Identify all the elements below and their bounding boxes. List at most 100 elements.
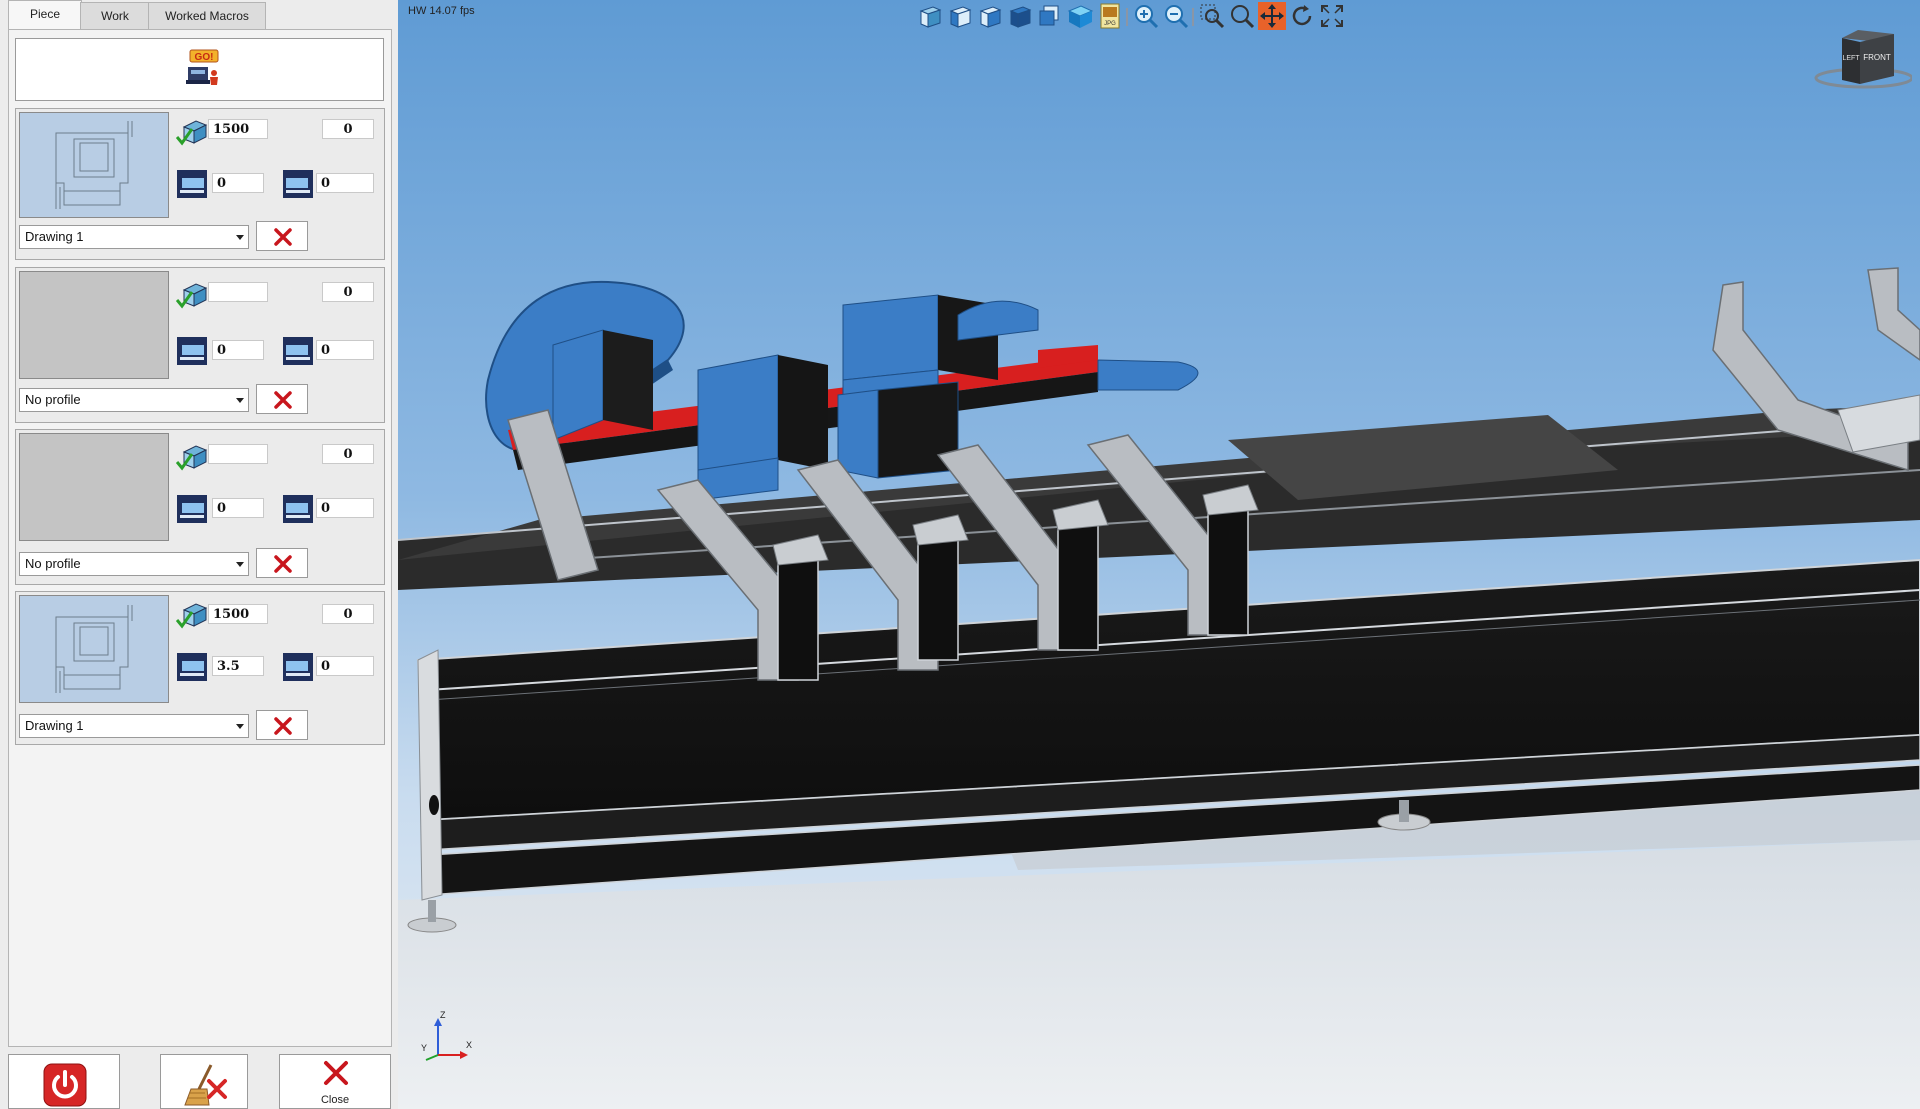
navigation-cube[interactable]: FRONT LEFT — [1808, 28, 1914, 90]
power-button[interactable] — [8, 1054, 120, 1109]
tab-piece[interactable]: Piece — [8, 0, 82, 31]
profile-select[interactable]: Drawing 1 — [19, 225, 249, 249]
left-cut-icon — [177, 495, 207, 523]
piece-row-1: 1500 0 0 0 Drawing 1 — [15, 108, 385, 260]
length-icon — [176, 445, 208, 471]
close-icon — [274, 228, 292, 246]
length-field[interactable] — [208, 282, 268, 302]
close-icon — [274, 391, 292, 409]
delete-piece-button[interactable] — [256, 710, 308, 740]
view-solid-icon[interactable] — [1066, 2, 1094, 30]
profile-select[interactable]: No profile — [19, 552, 249, 576]
length-icon — [176, 283, 208, 309]
chevron-down-icon — [236, 562, 244, 567]
profile-drawing-icon — [55, 605, 133, 693]
profile-thumbnail[interactable] — [19, 112, 169, 218]
view-toolbar: JPG — [916, 2, 1448, 32]
left-offset-field[interactable]: 0 — [212, 173, 264, 193]
right-cut-icon — [283, 337, 313, 365]
left-cut-icon — [177, 653, 207, 681]
quantity-field[interactable]: 0 — [322, 119, 374, 139]
profile-select-value: No profile — [25, 392, 81, 407]
axis-z-label: Z — [440, 1010, 446, 1020]
length-icon — [176, 120, 208, 146]
length-icon — [176, 603, 208, 629]
delete-piece-button[interactable] — [256, 221, 308, 251]
chevron-down-icon — [236, 235, 244, 240]
close-label: Close — [320, 1094, 350, 1106]
profile-select-value: Drawing 1 — [25, 718, 84, 733]
tab-work[interactable]: Work — [80, 2, 150, 29]
zoom-out-icon[interactable] — [1162, 2, 1190, 30]
chevron-down-icon — [236, 724, 244, 729]
right-offset-field[interactable]: 0 — [316, 498, 374, 518]
piece-row-3: 0 0 0 No profile — [15, 429, 385, 585]
clear-button[interactable] — [160, 1054, 248, 1109]
axis-triad: Z X Y — [418, 1010, 478, 1070]
toolbar-separator — [1126, 8, 1128, 26]
export-jpg-icon[interactable]: JPG — [1096, 2, 1124, 30]
length-field[interactable]: 1500 — [208, 604, 268, 624]
right-cut-icon — [283, 495, 313, 523]
piece-row-2: 0 0 0 No profile — [15, 267, 385, 423]
go-button[interactable]: GO! — [15, 38, 384, 101]
view-bottom-icon[interactable] — [1036, 2, 1064, 30]
profile-select[interactable]: Drawing 1 — [19, 714, 249, 738]
profile-thumbnail[interactable] — [19, 595, 169, 703]
chevron-down-icon — [236, 398, 244, 403]
delete-piece-button[interactable] — [256, 384, 308, 414]
fullscreen-icon[interactable] — [1318, 2, 1346, 30]
jpg-label: JPG — [1104, 21, 1116, 27]
quantity-field[interactable]: 0 — [322, 444, 374, 464]
view-right-icon[interactable] — [976, 2, 1004, 30]
navcube-front-label: FRONT — [1863, 53, 1891, 62]
tab-worked-macros[interactable]: Worked Macros — [148, 2, 266, 29]
toolbar-separator — [1192, 8, 1194, 26]
quantity-field[interactable]: 0 — [322, 604, 374, 624]
3d-viewport[interactable]: HW 14.07 fps JPG FRONT LEFT Z X Y — [398, 0, 1920, 1109]
broom-clear-icon — [184, 1064, 227, 1106]
svg-text:GO!: GO! — [195, 52, 214, 63]
view-iso-icon[interactable] — [916, 2, 944, 30]
profile-drawing-icon — [55, 121, 133, 209]
machine-3d-scene — [398, 0, 1920, 1109]
rotate-icon[interactable] — [1288, 2, 1316, 30]
profile-select[interactable]: No profile — [19, 388, 249, 412]
axis-x-label: X — [466, 1040, 472, 1050]
profile-select-value: No profile — [25, 556, 81, 571]
view-top-icon[interactable] — [1006, 2, 1034, 30]
profile-select-value: Drawing 1 — [25, 229, 84, 244]
left-cut-icon — [177, 337, 207, 365]
axis-y-label: Y — [421, 1043, 427, 1053]
right-offset-field[interactable]: 0 — [316, 656, 374, 676]
profile-thumbnail[interactable] — [19, 271, 169, 379]
length-field[interactable] — [208, 444, 268, 464]
right-offset-field[interactable]: 0 — [316, 340, 374, 360]
quantity-field[interactable]: 0 — [322, 282, 374, 302]
navcube-left-label: LEFT — [1842, 55, 1860, 62]
go-machine-icon: GO! — [186, 49, 219, 85]
left-offset-field[interactable]: 0 — [212, 340, 264, 360]
piece-row-4: 1500 0 3.5 0 Drawing 1 — [15, 591, 385, 745]
right-offset-field[interactable]: 0 — [316, 173, 374, 193]
close-icon — [324, 1061, 348, 1085]
fps-counter: HW 14.07 fps — [408, 5, 475, 17]
zoom-fit-icon[interactable] — [1228, 2, 1256, 30]
left-panel: Piece Work Worked Macros GO! 1500 0 0 0 … — [0, 0, 398, 1109]
left-cut-icon — [177, 170, 207, 198]
zoom-window-icon[interactable] — [1198, 2, 1226, 30]
view-left-icon[interactable] — [946, 2, 974, 30]
close-icon — [274, 555, 292, 573]
pan-icon[interactable] — [1258, 2, 1286, 30]
delete-piece-button[interactable] — [256, 548, 308, 578]
left-offset-field[interactable]: 0 — [212, 498, 264, 518]
right-cut-icon — [283, 653, 313, 681]
close-button[interactable]: Close — [279, 1054, 391, 1109]
profile-thumbnail[interactable] — [19, 433, 169, 541]
zoom-in-icon[interactable] — [1132, 2, 1160, 30]
close-icon — [274, 717, 292, 735]
right-cut-icon — [283, 170, 313, 198]
length-field[interactable]: 1500 — [208, 119, 268, 139]
left-offset-field[interactable]: 3.5 — [212, 656, 264, 676]
power-icon — [43, 1063, 87, 1107]
